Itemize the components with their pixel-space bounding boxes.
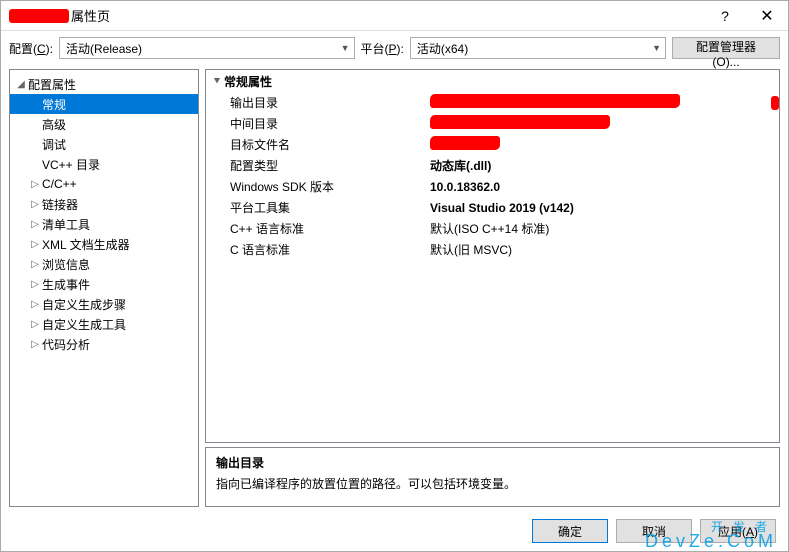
expand-icon[interactable]: ▷ <box>28 199 42 210</box>
property-pages-dialog: 属性页 ? ✕ 配置(C): 活动(Release) ▼ 平台(P): 活动(x… <box>0 0 789 552</box>
expand-icon[interactable]: ▷ <box>28 179 42 190</box>
config-toolbar: 配置(C): 活动(Release) ▼ 平台(P): 活动(x64) ▼ 配置… <box>1 31 788 65</box>
tree-item[interactable]: VC++ 目录 <box>10 154 198 174</box>
property-row[interactable]: 平台工具集Visual Studio 2019 (v142) <box>206 197 779 218</box>
property-label: Windows SDK 版本 <box>230 178 430 195</box>
tree-item[interactable]: ▷链接器 <box>10 194 198 214</box>
tree-item-label: 生成事件 <box>42 276 90 293</box>
tree-item[interactable]: ▷自定义生成工具 <box>10 314 198 334</box>
apply-button[interactable]: 应用(A) <box>700 519 776 543</box>
tree-root[interactable]: ◢ 配置属性 <box>10 74 198 94</box>
tree-item[interactable]: ▷代码分析 <box>10 334 198 354</box>
tree-item[interactable]: ▷生成事件 <box>10 274 198 294</box>
expand-icon[interactable]: ▷ <box>28 279 42 290</box>
chevron-down-icon: ▼ <box>341 43 350 53</box>
chevron-down-icon: ▼ <box>652 43 661 53</box>
property-label: 中间目录 <box>230 115 430 132</box>
property-label: C 语言标准 <box>230 241 430 258</box>
property-value[interactable] <box>430 136 779 153</box>
tree-item[interactable]: 常规 <box>10 94 198 114</box>
property-value[interactable]: 默认(旧 MSVC) <box>430 241 779 258</box>
property-value[interactable]: Visual Studio 2019 (v142) <box>430 201 779 215</box>
tree-item-label: 浏览信息 <box>42 256 90 273</box>
config-label: 配置(C): <box>9 40 53 57</box>
titlebar: 属性页 ? ✕ <box>1 1 788 31</box>
property-row[interactable]: Windows SDK 版本10.0.18362.0 <box>206 176 779 197</box>
tree-item-label: 自定义生成工具 <box>42 316 126 333</box>
property-value[interactable] <box>430 94 779 111</box>
tree-item[interactable]: 高级 <box>10 114 198 134</box>
tree-item-label: XML 文档生成器 <box>42 236 130 253</box>
tree-item-label: 自定义生成步骤 <box>42 296 126 313</box>
redacted-tail <box>771 96 779 110</box>
dialog-buttons: 确定 取消 应用(A) <box>1 511 788 551</box>
expand-icon[interactable]: ▷ <box>28 219 42 230</box>
property-value[interactable] <box>430 115 779 132</box>
config-manager-button[interactable]: 配置管理器(O)... <box>672 37 780 59</box>
section-header[interactable]: ⯆ 常规属性 <box>206 70 779 92</box>
property-value[interactable]: 10.0.18362.0 <box>430 180 779 194</box>
collapse-icon[interactable]: ◢ <box>14 79 28 90</box>
description-text: 指向已编译程序的放置位置的路径。可以包括环境变量。 <box>216 475 769 492</box>
redacted-value <box>430 115 610 129</box>
tree-item[interactable]: ▷清单工具 <box>10 214 198 234</box>
tree-item-label: 清单工具 <box>42 216 90 233</box>
title-suffix: 属性页 <box>71 6 704 25</box>
property-value[interactable]: 默认(ISO C++14 标准) <box>430 220 779 237</box>
property-label: C++ 语言标准 <box>230 220 430 237</box>
tree-item-label: C/C++ <box>42 177 77 191</box>
redacted-value <box>430 94 680 108</box>
platform-label: 平台(P): <box>361 40 404 57</box>
expand-icon[interactable]: ▷ <box>28 319 42 330</box>
expand-icon[interactable]: ▷ <box>28 259 42 270</box>
platform-value: 活动(x64) <box>417 40 468 57</box>
tree-item[interactable]: ▷自定义生成步骤 <box>10 294 198 314</box>
property-row[interactable]: C 语言标准默认(旧 MSVC) <box>206 239 779 260</box>
property-label: 配置类型 <box>230 157 430 174</box>
property-label: 平台工具集 <box>230 199 430 216</box>
property-row[interactable]: 输出目录 <box>206 92 779 113</box>
tree-item-label: 链接器 <box>42 196 78 213</box>
redacted-project-name <box>9 9 69 23</box>
description-title: 输出目录 <box>216 454 769 471</box>
property-row[interactable]: 目标文件名 <box>206 134 779 155</box>
section-title: 常规属性 <box>224 73 272 90</box>
tree-item[interactable]: 调试 <box>10 134 198 154</box>
right-pane: ⯆ 常规属性 输出目录中间目录目标文件名配置类型动态库(.dll)Windows… <box>205 69 780 507</box>
tree-root-label: 配置属性 <box>28 76 76 93</box>
platform-combo[interactable]: 活动(x64) ▼ <box>410 37 666 59</box>
expand-icon[interactable]: ▷ <box>28 239 42 250</box>
property-row[interactable]: 中间目录 <box>206 113 779 134</box>
property-label: 输出目录 <box>230 94 430 111</box>
ok-button[interactable]: 确定 <box>532 519 608 543</box>
collapse-icon[interactable]: ⯆ <box>210 76 224 87</box>
expand-icon[interactable]: ▷ <box>28 339 42 350</box>
cancel-button[interactable]: 取消 <box>616 519 692 543</box>
tree-item[interactable]: ▷C/C++ <box>10 174 198 194</box>
configuration-value: 活动(Release) <box>66 40 142 57</box>
main-area: ◢ 配置属性 常规高级调试VC++ 目录▷C/C++▷链接器▷清单工具▷XML … <box>1 65 788 511</box>
redacted-value <box>430 136 500 150</box>
tree-item-label: 代码分析 <box>42 336 90 353</box>
close-button[interactable]: ✕ <box>746 1 788 31</box>
expand-icon[interactable]: ▷ <box>28 299 42 310</box>
property-row[interactable]: 配置类型动态库(.dll) <box>206 155 779 176</box>
property-label: 目标文件名 <box>230 136 430 153</box>
property-row[interactable]: C++ 语言标准默认(ISO C++14 标准) <box>206 218 779 239</box>
property-value[interactable]: 动态库(.dll) <box>430 157 779 174</box>
tree-item[interactable]: ▷XML 文档生成器 <box>10 234 198 254</box>
configuration-combo[interactable]: 活动(Release) ▼ <box>59 37 355 59</box>
description-panel: 输出目录 指向已编译程序的放置位置的路径。可以包括环境变量。 <box>205 447 780 507</box>
help-button[interactable]: ? <box>704 1 746 31</box>
category-tree[interactable]: ◢ 配置属性 常规高级调试VC++ 目录▷C/C++▷链接器▷清单工具▷XML … <box>9 69 199 507</box>
tree-item[interactable]: ▷浏览信息 <box>10 254 198 274</box>
property-grid[interactable]: ⯆ 常规属性 输出目录中间目录目标文件名配置类型动态库(.dll)Windows… <box>205 69 780 443</box>
